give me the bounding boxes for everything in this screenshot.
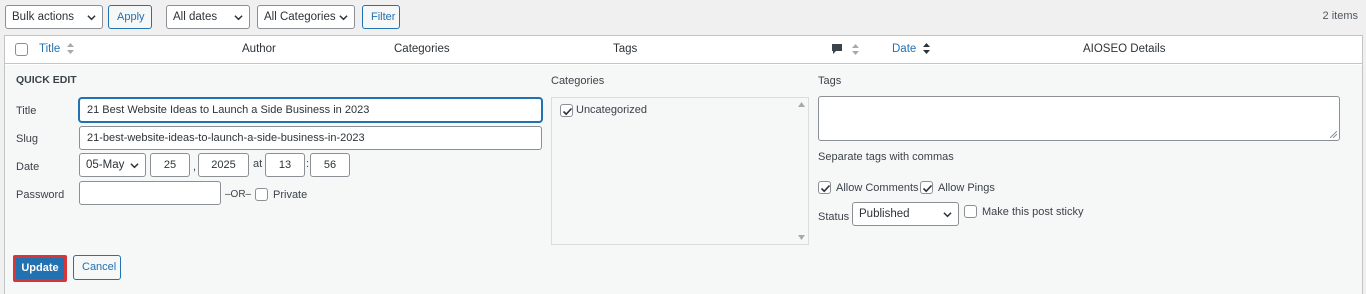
password-input[interactable] (79, 181, 221, 205)
tags-hint: Separate tags with commas (818, 151, 954, 163)
update-button[interactable]: Update (13, 255, 67, 282)
chevron-down-icon (234, 15, 243, 21)
scroll-down-icon[interactable] (798, 235, 805, 240)
categories-filter-label: All Categories (264, 11, 336, 23)
categories-filter-select[interactable]: All Categories (257, 5, 355, 29)
month-select[interactable]: 05-May (79, 153, 146, 177)
column-title[interactable]: Title (39, 43, 74, 55)
dates-filter-label: All dates (173, 11, 218, 23)
item-count: 2 items (1322, 10, 1358, 22)
tags-textarea[interactable] (818, 96, 1340, 141)
date-label: Date (16, 161, 40, 173)
allow-comments-checkbox[interactable] (818, 181, 831, 194)
sort-icon (852, 43, 860, 55)
slug-label: Slug (16, 133, 39, 145)
uncategorized-label: Uncategorized (576, 104, 647, 116)
cancel-button[interactable]: Cancel (73, 255, 121, 280)
uncategorized-checkbox[interactable] (560, 104, 573, 117)
day-input[interactable]: 25 (150, 153, 190, 177)
bulk-actions-select[interactable]: Bulk actions (5, 5, 103, 29)
password-label: Password (16, 189, 65, 201)
at-text: at (253, 158, 263, 170)
checkmark-icon (922, 184, 933, 193)
private-checkbox[interactable] (255, 188, 268, 201)
scroll-up-icon[interactable] (798, 102, 805, 107)
column-tags: Tags (613, 43, 638, 55)
table-header: Title Author Categories Tags Date AIOSEO… (5, 36, 1362, 64)
sort-icon (66, 43, 74, 55)
chevron-down-icon (943, 212, 952, 218)
status-value: Published (859, 208, 910, 220)
resize-handle-icon[interactable] (1330, 131, 1337, 138)
checkmark-icon (820, 184, 831, 193)
hour-input[interactable]: 13 (265, 153, 305, 177)
comment-bubble-icon (832, 44, 842, 54)
quick-edit-heading: QUICK EDIT (16, 74, 77, 86)
column-categories: Categories (394, 43, 450, 55)
minute-input[interactable]: 56 (310, 153, 350, 177)
column-comments[interactable] (831, 43, 860, 55)
time-colon: : (306, 158, 310, 170)
or-text: –OR– (225, 189, 252, 200)
year-input[interactable]: 2025 (198, 153, 249, 177)
bulk-actions-label: Bulk actions (12, 11, 75, 23)
apply-button[interactable]: Apply (108, 5, 152, 29)
sticky-checkbox[interactable] (964, 205, 977, 218)
status-label: Status (818, 211, 850, 223)
chevron-down-icon (87, 15, 96, 21)
checkmark-icon (562, 107, 573, 116)
allow-comments-label: Allow Comments (836, 182, 919, 194)
month-value: 05-May (86, 159, 125, 171)
posts-table: Title Author Categories Tags Date AIOSEO… (4, 35, 1363, 294)
categories-label: Categories (551, 75, 605, 87)
allow-pings-label: Allow Pings (938, 182, 995, 194)
filter-button[interactable]: Filter (362, 5, 400, 29)
sort-desc-icon (922, 43, 930, 55)
sticky-label: Make this post sticky (982, 206, 1084, 218)
title-label: Title (16, 105, 37, 117)
categories-checklist[interactable]: Uncategorized (551, 97, 809, 245)
slug-input[interactable]: 21-best-website-ideas-to-launch-a-side-b… (79, 126, 542, 150)
status-select[interactable]: Published (852, 202, 959, 226)
column-author: Author (242, 43, 276, 55)
chevron-down-icon (130, 163, 139, 169)
private-label: Private (273, 189, 308, 201)
select-all-checkbox[interactable] (15, 43, 28, 56)
dates-filter-select[interactable]: All dates (166, 5, 250, 29)
tags-label: Tags (818, 75, 842, 87)
quick-edit-panel: QUICK EDIT Title 21 Best Website Ideas t… (5, 65, 1362, 294)
title-input[interactable]: 21 Best Website Ideas to Launch a Side B… (79, 98, 542, 122)
column-aioseo-details: AIOSEO Details (1083, 43, 1166, 55)
column-date[interactable]: Date (892, 43, 930, 55)
chevron-down-icon (339, 15, 348, 21)
date-comma: , (193, 161, 197, 173)
allow-pings-checkbox[interactable] (920, 181, 933, 194)
